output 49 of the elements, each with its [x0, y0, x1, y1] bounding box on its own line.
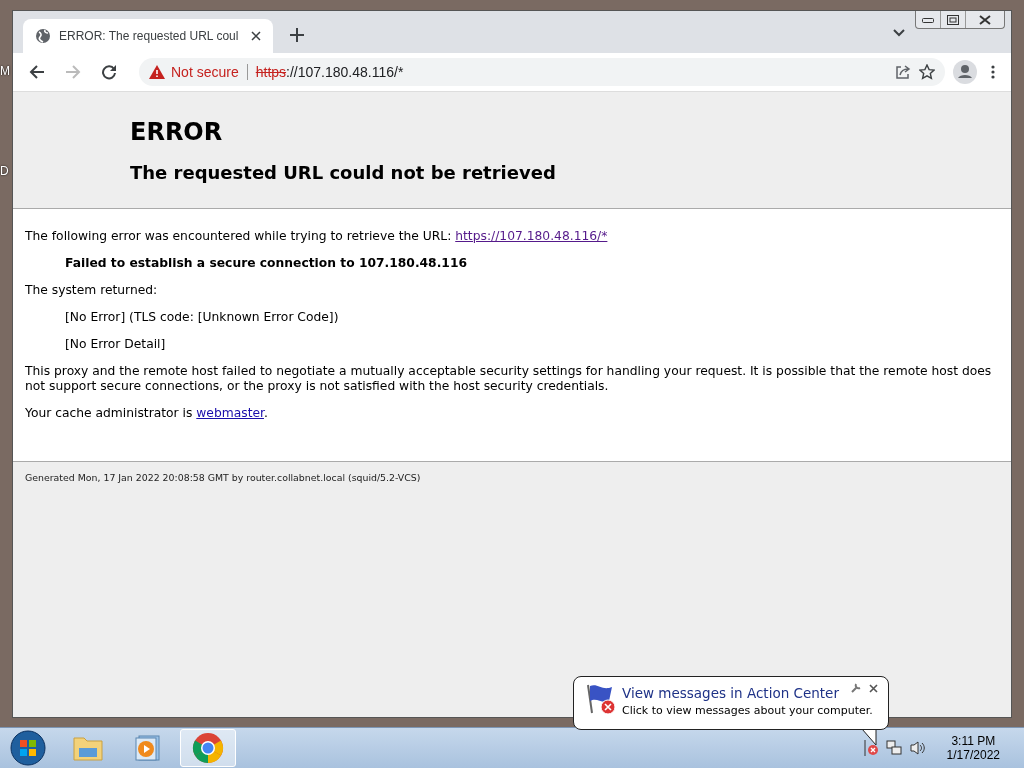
chrome-icon	[192, 732, 224, 764]
error-heading: ERROR	[130, 118, 224, 146]
url-text: https://107.180.48.116/*	[255, 64, 404, 80]
balloon-message: Click to view messages about your computer.	[622, 704, 873, 717]
volume-icon[interactable]	[908, 739, 927, 757]
warning-icon	[149, 65, 165, 79]
error-subheading: The requested URL could not be retrieved	[130, 162, 557, 183]
flag-error-icon	[584, 683, 618, 717]
forward-arrow-icon	[65, 64, 81, 80]
explanation-text: This proxy and the remote host failed to negotiate a mutually acceptable security settings for handling your request. It is possible that the remote host does not support secure connections, or the proxy is not satisfied with the host security credentials.	[25, 364, 993, 394]
system-message: [No Error] (TLS code: [Unknown Error Code])	[65, 310, 340, 325]
close-icon[interactable]	[869, 683, 878, 693]
admin-text: Your cache administrator is webmaster.	[25, 406, 269, 421]
webmaster-link[interactable]: webmaster	[196, 406, 264, 420]
clock-date: 1/17/2022	[946, 748, 1000, 762]
desktop-icon-label: D	[0, 164, 10, 178]
taskbar-app[interactable]	[180, 729, 236, 767]
chevron-down-icon[interactable]	[893, 29, 905, 37]
security-status[interactable]: Not secure	[171, 64, 239, 80]
restore-icon	[947, 14, 959, 25]
footer-text: Generated Mon, 17 Jan 2022 20:08:58 GMT by router.collabnet.local (squid/5.2-VCS)	[25, 472, 421, 483]
minimize-icon	[922, 16, 934, 23]
wrench-icon[interactable]	[851, 683, 861, 693]
media-player-icon	[134, 734, 162, 762]
clock[interactable]: 3:11 PM 1/17/2022	[946, 734, 1000, 762]
desktop-icon-label: M	[0, 64, 10, 78]
balloon-title: View messages in Action Center	[622, 685, 839, 701]
address-bar[interactable]: Not secure https://107.180.48.116/*	[139, 58, 945, 86]
star-icon[interactable]	[919, 64, 935, 80]
profile-avatar-icon[interactable]	[953, 60, 977, 84]
network-icon[interactable]	[884, 739, 903, 757]
failure-message: Failed to establish a secure connection to 107.180.48.116	[65, 256, 469, 271]
url-link[interactable]: https://107.180.48.116/*	[455, 229, 608, 243]
system-label: The system returned:	[25, 283, 159, 298]
windows-logo-icon	[10, 730, 46, 766]
folder-icon	[72, 734, 104, 762]
notification-balloon[interactable]: View messages in Action Center Click to view messages about your computer.	[573, 676, 889, 730]
close-icon[interactable]	[251, 31, 261, 41]
close-icon	[979, 14, 991, 25]
system-message: [No Error Detail]	[65, 337, 167, 352]
back-arrow-icon	[29, 64, 45, 80]
plus-icon	[290, 27, 304, 42]
share-icon[interactable]	[895, 64, 911, 80]
clock-time: 3:11 PM	[951, 734, 996, 748]
intro-text: The following error was encountered while trying to retrieve the URL: https://107.180.48.116/*	[25, 229, 609, 244]
globe-icon	[35, 28, 51, 44]
reload-icon	[101, 64, 117, 80]
flag-error-icon[interactable]	[862, 739, 879, 757]
browser-tab[interactable]: ERROR: The requested URL coul	[23, 19, 273, 53]
